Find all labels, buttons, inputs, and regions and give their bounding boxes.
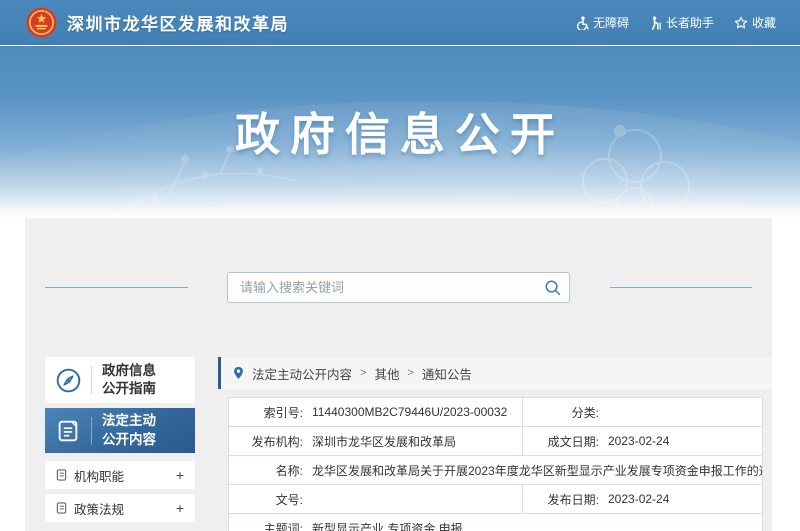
- field-document-number: 文号:: [229, 485, 522, 513]
- elder-helper-icon: [651, 16, 661, 30]
- page-icon: [56, 469, 67, 481]
- elder-helper-link[interactable]: 长者助手: [649, 14, 714, 31]
- sidebar-item-divider: [91, 366, 92, 394]
- field-label: 分类:: [571, 405, 599, 420]
- sidebar-item-policies-regulations[interactable]: 政策法规 +: [45, 494, 195, 522]
- field-value: 2023-02-24: [608, 434, 670, 448]
- accessibility-label: 无障碍: [592, 16, 629, 30]
- field-document-name: 名称: 龙华区发展和改革局关于开展2023年度龙华区新型显示产业发展专项资金申报…: [229, 456, 762, 484]
- document-detail-table: 索引号: 11440300MB2C79446U/2023-00032 分类: 发…: [228, 397, 763, 531]
- sidebar-item-disclosure-guide[interactable]: 政府信息 公开指南: [45, 357, 195, 403]
- sidebar-item-label: 政府信息 公开指南: [102, 362, 156, 396]
- search-input[interactable]: [227, 272, 570, 303]
- topbar-links: 无障碍 长者助手 收藏: [576, 0, 776, 45]
- field-label: 主题词:: [263, 522, 303, 531]
- sidebar-item-label: 机构职能: [74, 469, 125, 484]
- sidebar-item-statutory-disclosure[interactable]: 法定主动 公开内容: [45, 408, 195, 453]
- field-value: 深圳市龙华区发展和改革局: [312, 434, 457, 449]
- search-icon[interactable]: [544, 279, 561, 296]
- field-value: 2023-02-24: [608, 492, 670, 506]
- sidebar-item-label: 政策法规: [74, 502, 125, 517]
- divider-line-left: [45, 287, 188, 288]
- table-row: 主题词: 新型显示产业 专项资金 申报: [229, 514, 762, 531]
- field-value: 11440300MB2C79446U/2023-00032: [312, 405, 508, 419]
- sidebar-item-divider: [91, 416, 92, 445]
- site-brand[interactable]: 深圳市龙华区发展和改革局: [26, 7, 289, 38]
- field-keywords: 主题词: 新型显示产业 专项资金 申报: [229, 514, 762, 531]
- breadcrumb-item[interactable]: 法定主动公开内容: [252, 364, 352, 383]
- field-publish-date: 发布日期: 2023-02-24: [522, 485, 762, 513]
- sidebar-item-org-functions[interactable]: 机构职能 +: [45, 461, 195, 489]
- field-label: 名称:: [275, 463, 303, 478]
- field-label: 索引号:: [263, 405, 303, 420]
- search-bar: [227, 272, 570, 303]
- field-label: 成文日期:: [547, 434, 599, 449]
- breadcrumb-item[interactable]: 通知公告: [422, 364, 472, 383]
- page-title: 政府信息公开: [234, 109, 565, 160]
- field-value: 新型显示产业 专项资金 申报: [312, 522, 463, 531]
- field-value: 龙华区发展和改革局关于开展2023年度龙华区新型显示产业发展专项资金申报工作的通…: [312, 463, 762, 478]
- favorite-link[interactable]: 收藏: [734, 14, 776, 31]
- field-label: 发布机构:: [251, 434, 303, 449]
- document-icon: [58, 420, 78, 441]
- national-emblem-icon: [26, 7, 57, 38]
- table-row: 名称: 龙华区发展和改革局关于开展2023年度龙华区新型显示产业发展专项资金申报…: [229, 456, 762, 485]
- site-title: 深圳市龙华区发展和改革局: [67, 15, 289, 34]
- star-icon: [734, 16, 748, 28]
- accessibility-icon: [576, 15, 589, 30]
- field-category: 分类:: [522, 398, 762, 426]
- breadcrumb-separator: >: [360, 367, 367, 379]
- field-label: 文号:: [275, 492, 303, 507]
- top-header-bar: 深圳市龙华区发展和改革局 无障碍 长者助手 收藏: [0, 0, 800, 45]
- elder-helper-label: 长者助手: [665, 16, 714, 30]
- favorite-label: 收藏: [751, 16, 776, 30]
- expand-plus-icon[interactable]: +: [176, 500, 184, 516]
- accessibility-link[interactable]: 无障碍: [576, 14, 629, 31]
- divider-line-right: [610, 287, 752, 288]
- table-row: 文号: 发布日期: 2023-02-24: [229, 485, 762, 514]
- page: 深圳市龙华区发展和改革局 无障碍 长者助手 收藏 政府信息公开 请输入搜索关键词…: [0, 0, 800, 531]
- field-label: 发布日期:: [547, 492, 599, 507]
- field-index-number: 索引号: 11440300MB2C79446U/2023-00032: [229, 398, 522, 426]
- page-icon: [56, 502, 67, 514]
- location-pin-icon: [234, 366, 243, 379]
- compass-icon: [56, 368, 80, 392]
- breadcrumb-item[interactable]: 其他: [374, 364, 399, 383]
- breadcrumb: 法定主动公开内容 > 其他 > 通知公告: [218, 357, 772, 389]
- sidebar-item-label: 法定主动 公开内容: [102, 413, 156, 447]
- expand-plus-icon[interactable]: +: [176, 467, 184, 483]
- table-row: 发布机构: 深圳市龙华区发展和改革局 成文日期: 2023-02-24: [229, 427, 762, 456]
- field-issuing-agency: 发布机构: 深圳市龙华区发展和改革局: [229, 427, 522, 455]
- content-panel: 政府信息 公开指南 法定主动 公开内容: [25, 218, 772, 531]
- table-row: 索引号: 11440300MB2C79446U/2023-00032 分类:: [229, 398, 762, 427]
- banner: 政府信息公开: [0, 45, 800, 218]
- breadcrumb-separator: >: [407, 367, 414, 379]
- field-composed-date: 成文日期: 2023-02-24: [522, 427, 762, 455]
